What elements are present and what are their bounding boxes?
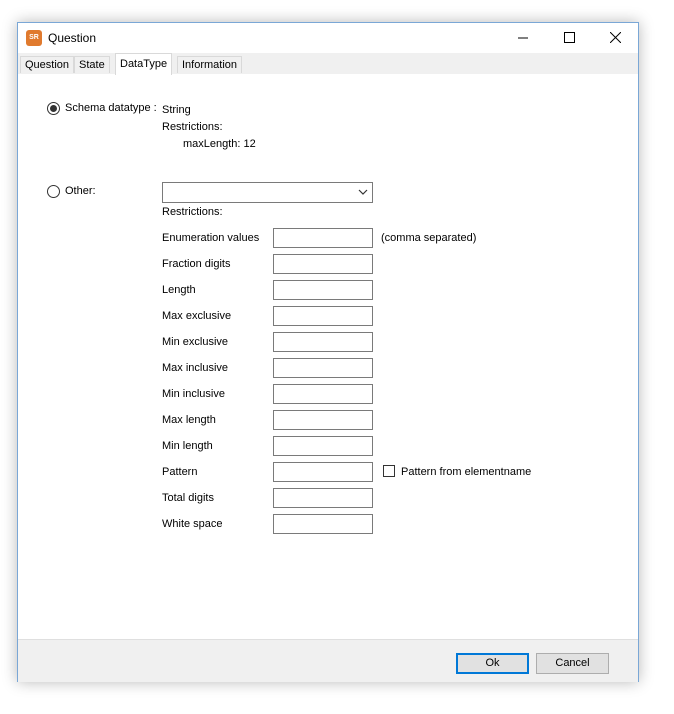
max-exclusive-label: Max exclusive xyxy=(162,310,232,322)
max-inclusive-input[interactable] xyxy=(273,358,373,378)
max-inclusive-label: Max inclusive xyxy=(162,362,229,374)
min-exclusive-label: Min exclusive xyxy=(162,336,229,348)
total-digits-input[interactable] xyxy=(273,488,373,508)
title-bar[interactable]: SR Question xyxy=(18,23,638,53)
schema-datatype-label: Schema datatype : xyxy=(65,102,157,114)
total-digits-label: Total digits xyxy=(162,492,214,504)
radio-selected-dot xyxy=(50,105,57,112)
min-length-label: Min length xyxy=(162,440,213,452)
white-space-label: White space xyxy=(162,518,223,530)
enumeration-values-input[interactable] xyxy=(273,228,373,248)
other-datatype-dropdown[interactable] xyxy=(162,182,373,203)
pattern-input[interactable] xyxy=(273,462,373,482)
length-label: Length xyxy=(162,284,196,296)
maximize-button[interactable] xyxy=(546,23,592,53)
length-input[interactable] xyxy=(273,280,373,300)
close-icon xyxy=(609,32,621,43)
tab-state[interactable]: State xyxy=(74,56,110,73)
tab-datatype[interactable]: DataType xyxy=(115,53,173,75)
min-exclusive-input[interactable] xyxy=(273,332,373,352)
schema-restriction-value: maxLength: 12 xyxy=(183,138,256,150)
enumeration-hint: (comma separated) xyxy=(381,232,477,244)
min-length-input[interactable] xyxy=(273,436,373,456)
ok-button[interactable]: Ok xyxy=(456,653,529,674)
dialog-footer: Ok Cancel xyxy=(18,639,638,682)
maximize-icon xyxy=(563,32,575,43)
fraction-digits-input[interactable] xyxy=(273,254,373,274)
datatype-panel: Schema datatype : String Restrictions: m… xyxy=(18,74,638,639)
pattern-from-elementname-checkbox[interactable] xyxy=(383,465,395,477)
schema-datatype-radio[interactable] xyxy=(47,102,60,115)
close-button[interactable] xyxy=(592,23,638,53)
white-space-input[interactable] xyxy=(273,514,373,534)
other-label: Other: xyxy=(65,185,96,197)
pattern-label: Pattern xyxy=(162,466,198,478)
enumeration-values-label: Enumeration values xyxy=(162,232,260,244)
tab-question[interactable]: Question xyxy=(20,56,75,73)
max-exclusive-input[interactable] xyxy=(273,306,373,326)
tab-strip: Question State DataType Information xyxy=(18,53,638,75)
minimize-icon xyxy=(517,37,528,39)
pattern-from-elementname-label: Pattern from elementname xyxy=(401,466,532,478)
chevron-down-icon xyxy=(358,189,368,195)
other-radio[interactable] xyxy=(47,185,60,198)
max-length-input[interactable] xyxy=(273,410,373,430)
question-dialog: SR Question Question State DataType Info… xyxy=(17,22,639,682)
other-restrictions-label: Restrictions: xyxy=(162,206,223,218)
tab-information[interactable]: Information xyxy=(177,56,243,73)
window-title: Question xyxy=(48,31,97,45)
app-icon: SR xyxy=(26,30,42,46)
max-length-label: Max length xyxy=(162,414,216,426)
schema-restrictions-label: Restrictions: xyxy=(162,121,223,133)
minimize-button[interactable] xyxy=(500,23,546,53)
schema-type-value: String xyxy=(162,104,191,116)
cancel-button[interactable]: Cancel xyxy=(536,653,609,674)
fraction-digits-label: Fraction digits xyxy=(162,258,231,270)
min-inclusive-input[interactable] xyxy=(273,384,373,404)
min-inclusive-label: Min inclusive xyxy=(162,388,225,400)
